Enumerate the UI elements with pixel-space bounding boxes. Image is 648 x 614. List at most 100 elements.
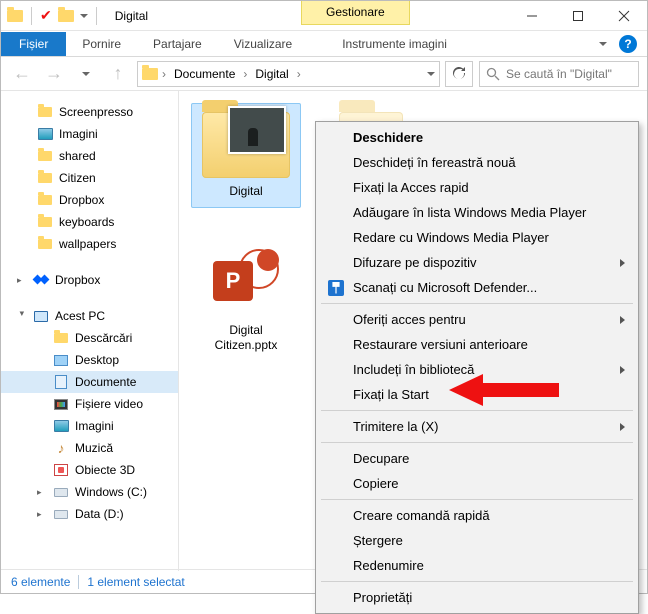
help-button[interactable]: ? [619,35,637,53]
tree-label: Imagini [59,127,98,141]
tree-item-keyboards[interactable]: keyboards [1,211,178,233]
minimize-button[interactable] [509,1,555,31]
tree-item-shared[interactable]: shared [1,145,178,167]
menu-item-restaurare-versiuni-anterioare[interactable]: Restaurare versiuni anterioare [319,332,635,357]
tree-item-imagini[interactable]: Imagini [1,415,178,437]
tree-item-data-d-[interactable]: ▸Data (D:) [1,503,178,525]
menu-item-difuzare-pe-dispozitiv[interactable]: Difuzare pe dispozitiv [319,250,635,275]
menu-item-redare-cu-windows-media-player[interactable]: Redare cu Windows Media Player [319,225,635,250]
menu-item-label: Deschidere [353,130,423,145]
menu-item-label: Creare comandă rapidă [353,508,490,523]
status-selected: 1 element selectat [87,575,184,589]
address-history-icon[interactable] [427,72,435,76]
search-placeholder: Se caută în "Digital" [506,67,612,81]
recent-locations-button[interactable] [73,61,99,87]
menu-item-trimitere-la-x-[interactable]: Trimitere la (X) [319,414,635,439]
menu-item-label: Proprietăți [353,590,412,605]
tab-view[interactable]: Vizualizare [218,32,308,56]
menu-item-propriet-i[interactable]: Proprietăți [319,585,635,610]
refresh-button[interactable] [445,61,473,87]
close-button[interactable] [601,1,647,31]
qat-newfolder-icon[interactable] [58,10,74,22]
item-label: Digital Citizen.pptx [200,323,292,353]
contextual-tab-group: Gestionare [301,1,410,25]
qat-customize-icon[interactable] [80,14,88,18]
tree-label: Imagini [75,419,114,433]
folder-icon [202,112,290,178]
tree-label: Muzică [75,441,113,455]
tree-label: Fișiere video [75,397,143,411]
item-folder-digital[interactable]: Digital [191,103,301,208]
menu-item-label: Redenumire [353,558,424,573]
tree-item-documente[interactable]: Documente [1,371,178,393]
menu-item-label: Adăugare în lista Windows Media Player [353,205,586,220]
tree-dropbox-root[interactable]: ▸ Dropbox [1,269,178,291]
maximize-button[interactable] [555,1,601,31]
tree-item-dropbox[interactable]: Dropbox [1,189,178,211]
tree-item-desktop[interactable]: Desktop [1,349,178,371]
menu-item-creare-comand-rapid-[interactable]: Creare comandă rapidă [319,503,635,528]
menu-item-ad-ugare-n-lista-windows-media-player[interactable]: Adăugare în lista Windows Media Player [319,200,635,225]
address-bar-row: ← → ↑ › Documente › Digital › Se caută î… [1,57,647,91]
ribbon-tabs: Fișier Pornire Partajare Vizualizare Ins… [1,31,647,57]
menu-item-deschidere[interactable]: Deschidere [319,125,635,150]
tab-picture-tools[interactable]: Instrumente imagini [326,32,463,56]
menu-item-copiere[interactable]: Copiere [319,471,635,496]
app-icon [7,10,23,22]
title-bar: ✔ Digital Gestionare [1,1,647,31]
back-button[interactable]: ← [9,61,35,87]
menu-item-include-i-n-bibliotec-[interactable]: Includeți în bibliotecă [319,357,635,382]
menu-item-label: Redare cu Windows Media Player [353,230,549,245]
search-icon [486,67,500,81]
address-bar[interactable]: › Documente › Digital › [137,61,440,87]
menu-item-fixa-i-la-start[interactable]: Fixați la Start [319,382,635,407]
tree-label: Obiecte 3D [75,463,135,477]
menu-item--tergere[interactable]: Ștergere [319,528,635,553]
forward-button[interactable]: → [41,61,67,87]
menu-item-decupare[interactable]: Decupare [319,446,635,471]
tree-label: Data (D:) [75,507,124,521]
menu-item-redenumire[interactable]: Redenumire [319,553,635,578]
menu-item-scana-i-cu-microsoft-defender-[interactable]: Scanați cu Microsoft Defender... [319,275,635,300]
tree-item-windows-c-[interactable]: ▸Windows (C:) [1,481,178,503]
tree-item-screenpresso[interactable]: Screenpresso [1,101,178,123]
tree-item-wallpapers[interactable]: wallpapers [1,233,178,255]
item-file-pptx[interactable]: P Digital Citizen.pptx [191,230,301,362]
tree-item-obiecte-3d[interactable]: Obiecte 3D [1,459,178,481]
folder-icon [38,239,52,249]
menu-separator [321,581,633,582]
menu-item-deschide-i-n-fereastr-nou-[interactable]: Deschideți în fereastră nouă [319,150,635,175]
menu-item-fixa-i-la-acces-rapid[interactable]: Fixați la Acces rapid [319,175,635,200]
ribbon-expand-icon[interactable] [599,42,607,46]
up-button[interactable]: ↑ [105,61,131,87]
tree-pc-root[interactable]: ▸ Acest PC [1,305,178,327]
downloads-icon [54,333,68,343]
context-menu: DeschidereDeschideți în fereastră nouăFi… [315,121,639,614]
folder-icon [38,173,52,183]
crumb-digital[interactable]: Digital [251,65,292,83]
crumb-documents[interactable]: Documente [170,65,239,83]
search-box[interactable]: Se caută în "Digital" [479,61,639,87]
status-count: 6 elemente [11,575,70,589]
menu-separator [321,303,633,304]
tree-item-citizen[interactable]: Citizen [1,167,178,189]
menu-item-label: Fixați la Start [353,387,429,402]
tree-item-imagini[interactable]: Imagini [1,123,178,145]
menu-item-label: Scanați cu Microsoft Defender... [353,280,537,295]
menu-item-label: Oferiți acces pentru [353,312,466,327]
window-title: Digital [115,9,148,23]
tab-file[interactable]: Fișier [1,32,66,56]
tree-label: Descărcări [75,331,132,345]
tree-item-fi-iere-video[interactable]: Fișiere video [1,393,178,415]
defender-shield-icon [328,280,344,296]
item-label: Digital [229,184,262,199]
tab-share[interactable]: Partajare [137,32,218,56]
tree-label: wallpapers [59,237,116,251]
menu-item-oferi-i-acces-pentru[interactable]: Oferiți acces pentru [319,307,635,332]
tab-home[interactable]: Pornire [66,32,137,56]
qat-properties-icon[interactable]: ✔ [40,7,52,24]
pictures-icon [54,420,69,432]
tree-item-desc-rc-ri[interactable]: Descărcări [1,327,178,349]
menu-item-label: Difuzare pe dispozitiv [353,255,477,270]
tree-item-muzic-[interactable]: ♪Muzică [1,437,178,459]
